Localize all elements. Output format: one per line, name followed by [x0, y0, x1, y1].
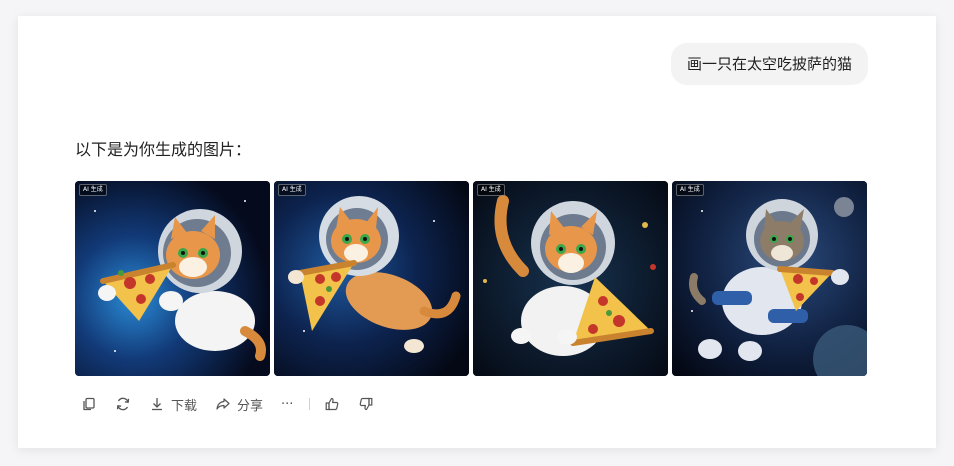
download-button[interactable]: 下载	[143, 392, 203, 416]
user-message-bubble: 画一只在太空吃披萨的猫	[670, 43, 868, 85]
more-options-button[interactable]: ···	[275, 392, 299, 416]
like-button[interactable]	[318, 392, 346, 416]
copy-button[interactable]	[75, 392, 103, 416]
ai-generated-badge: AI 生成	[676, 184, 704, 196]
chat-card: 画一只在太空吃披萨的猫 以下是为你生成的图片： AI 生成 AI 生成 AI 生…	[18, 16, 936, 448]
thumbs-down-icon	[360, 397, 373, 411]
cat-astronaut-image	[75, 181, 270, 376]
ai-generated-badge: AI 生成	[278, 184, 306, 196]
thumbs-up-icon	[326, 397, 339, 411]
download-label: 下载	[171, 398, 198, 414]
generated-image-grid: AI 生成 AI 生成 AI 生成 AI 生成	[75, 181, 868, 376]
message-action-toolbar: 下载 分享 ···	[75, 392, 386, 416]
share-label: 分享	[237, 398, 264, 414]
regenerate-button[interactable]	[109, 392, 137, 416]
generated-image-4[interactable]: AI 生成	[672, 181, 867, 376]
dislike-button[interactable]	[352, 392, 380, 416]
download-icon	[152, 398, 162, 411]
copy-icon	[83, 397, 95, 411]
generated-image-1[interactable]: AI 生成	[75, 181, 270, 376]
share-button[interactable]: 分享	[209, 392, 269, 416]
cat-astronaut-image	[274, 181, 469, 376]
user-message-text: 画一只在太空吃披萨的猫	[686, 55, 852, 73]
more-icon: ···	[281, 396, 294, 412]
share-icon	[216, 398, 230, 410]
toolbar-divider	[309, 398, 311, 410]
ai-generated-badge: AI 生成	[79, 184, 107, 196]
generated-image-3[interactable]: AI 生成	[473, 181, 668, 376]
ai-generated-badge: AI 生成	[477, 184, 505, 196]
cat-astronaut-image	[672, 181, 867, 376]
generated-image-2[interactable]: AI 生成	[274, 181, 469, 376]
refresh-icon	[116, 397, 130, 411]
assistant-intro-text: 以下是为你生成的图片：	[75, 140, 252, 159]
cat-astronaut-image	[473, 181, 668, 376]
